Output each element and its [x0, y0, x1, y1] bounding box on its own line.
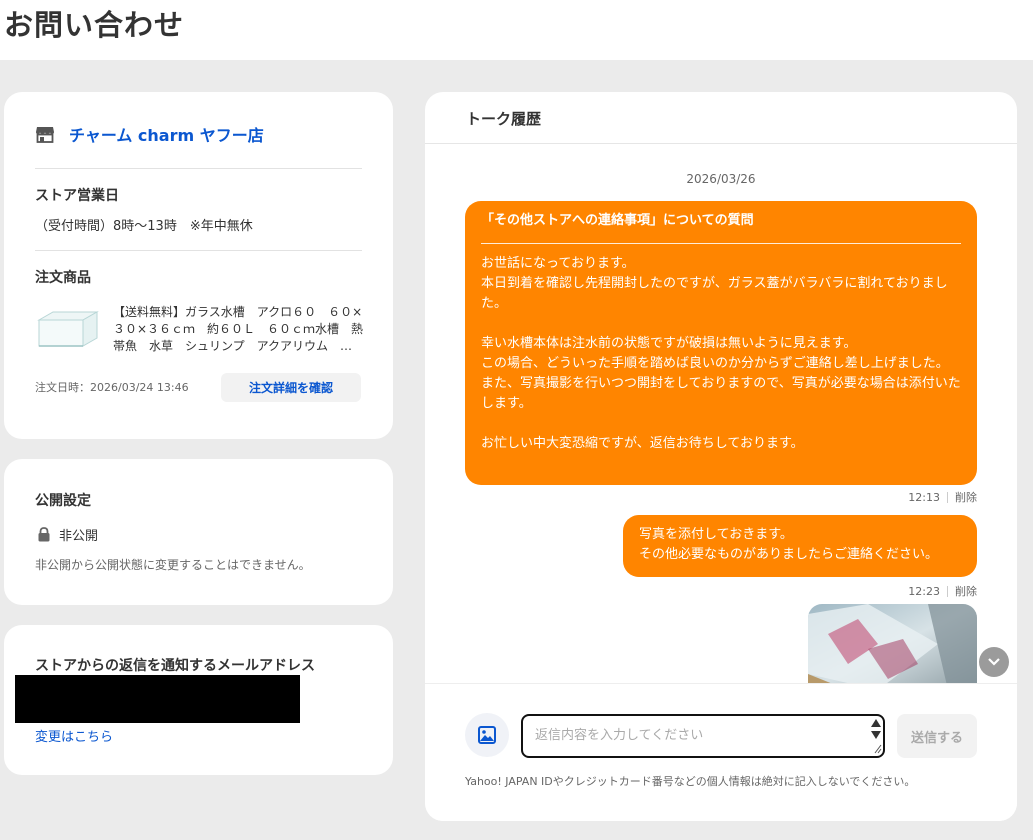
chevron-down-icon — [988, 658, 1000, 666]
message-bubble: 写真を添付しておきます。 その他必要なものがありましたらご連絡ください。 — [623, 515, 977, 577]
visibility-status: 非公開 — [37, 525, 98, 544]
message-divider — [481, 243, 961, 244]
message-time: 12:13 — [908, 490, 940, 504]
send-button[interactable]: 送信する — [897, 714, 977, 758]
visibility-status-label: 非公開 — [59, 529, 99, 544]
attached-photo[interactable] — [808, 604, 977, 690]
mail-card: ストアからの返信を通知するメールアドレス 変更はこちら — [4, 625, 393, 775]
image-icon — [478, 726, 496, 744]
store-icon — [36, 127, 54, 143]
divider — [35, 250, 362, 251]
message-bubble: 「その他ストアへの連絡事項」についての質問 お世話になっております。 本日到着を… — [465, 201, 977, 485]
delete-message-link[interactable]: 削除 — [955, 583, 977, 599]
chat-date: 2026/03/26 — [686, 172, 756, 186]
talk-history-card: トーク履歴 2026/03/26 「その他ストアへの連絡事項」についての質問 お… — [425, 92, 1017, 821]
business-days-title: ストア営業日 — [35, 188, 119, 204]
visibility-card: 公開設定 非公開 非公開から公開状態に変更することはできません。 — [4, 459, 393, 605]
visibility-note: 非公開から公開状態に変更することはできません。 — [35, 558, 311, 572]
meta-separator — [947, 585, 948, 597]
talk-header: トーク履歴 — [425, 92, 1017, 144]
visibility-title: 公開設定 — [35, 493, 91, 509]
order-title: 注文商品 — [35, 270, 91, 286]
mail-title: ストアからの返信を通知するメールアドレス — [35, 658, 315, 674]
product-image[interactable] — [35, 302, 101, 352]
attach-image-button[interactable] — [465, 713, 509, 757]
product-name[interactable]: 【送料無料】ガラス水槽 アクロ６０ ６０×３０×３６ｃｍ 約６０Ｌ ６０ｃｍ水槽… — [113, 304, 365, 355]
divider — [35, 168, 362, 169]
lock-icon — [38, 527, 50, 542]
reply-input[interactable] — [521, 714, 885, 758]
store-row[interactable]: チャーム charm ヤフー店 — [35, 122, 264, 146]
message-body: お世話になっております。 本日到着を確認し先程開封したのですが、ガラス蓋がバラバ… — [481, 256, 961, 451]
message-time: 12:23 — [908, 584, 940, 598]
talk-title: トーク履歴 — [466, 110, 542, 128]
order-detail-button[interactable]: 注文詳細を確認 — [221, 373, 361, 402]
message-meta: 12:13 削除 — [908, 489, 977, 505]
page-title: お問い合わせ — [4, 8, 185, 42]
change-mail-link[interactable]: 変更はこちら — [35, 726, 113, 745]
redacted-email — [15, 675, 300, 723]
store-name-link[interactable]: チャーム charm ヤフー店 — [69, 122, 264, 146]
order-date: 注文日時：2026/03/24 13:46 — [35, 381, 189, 394]
store-card: チャーム charm ヤフー店 ストア営業日 （受付時間）8時～13時 ※年中無… — [4, 92, 393, 439]
meta-separator — [947, 491, 948, 503]
business-hours: （受付時間）8時～13時 ※年中無休 — [35, 219, 253, 234]
message-subject: 「その他ストアへの連絡事項」についての質問 — [481, 213, 754, 228]
page-header: お問い合わせ — [0, 0, 1033, 60]
scroll-down-button[interactable] — [979, 647, 1009, 677]
compose-area: 送信する Yahoo! JAPAN IDやクレジットカード番号などの個人情報は絶… — [425, 683, 1017, 821]
delete-message-link[interactable]: 削除 — [955, 489, 977, 505]
privacy-note: Yahoo! JAPAN IDやクレジットカード番号などの個人情報は絶対に記入し… — [465, 775, 916, 788]
textarea-spinner[interactable] — [870, 717, 882, 755]
message-meta: 12:23 削除 — [908, 583, 977, 599]
